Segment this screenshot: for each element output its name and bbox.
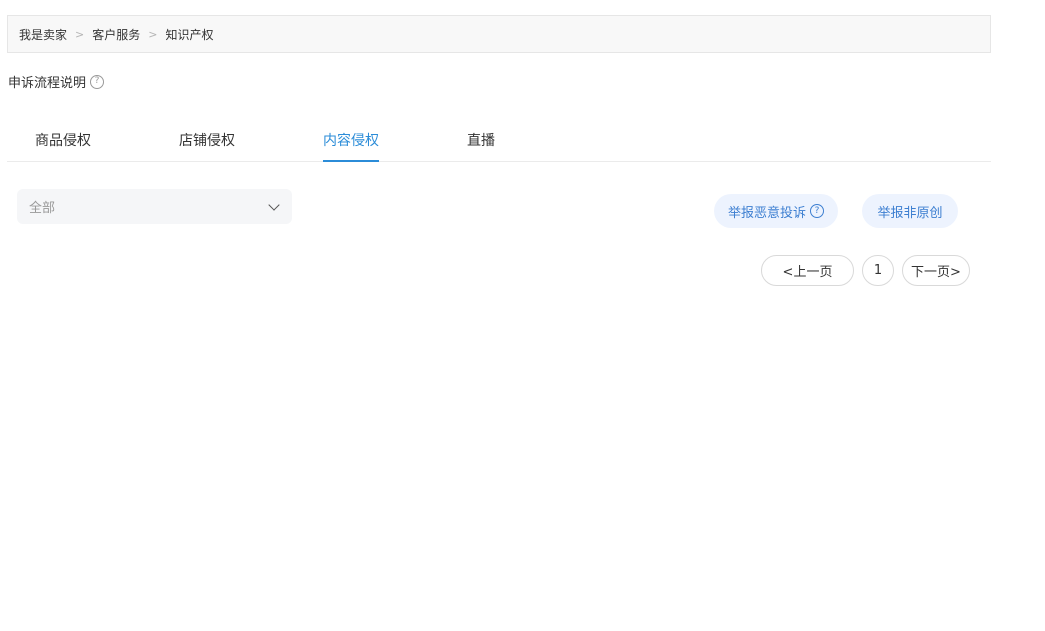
tab-bar: 商品侵权 店铺侵权 内容侵权 直播 — [7, 118, 991, 162]
report-malicious-label: 举报恶意投诉 — [727, 205, 806, 221]
breadcrumb-separator: > — [75, 27, 85, 41]
tab-store-infringement[interactable]: 店铺侵权 — [179, 130, 235, 162]
filter-select-value: 全部 — [29, 201, 56, 216]
tab-content-infringement[interactable]: 内容侵权 — [323, 130, 379, 162]
help-icon[interactable]: ? — [90, 74, 105, 89]
page-number-button[interactable]: 1 — [862, 255, 894, 286]
breadcrumb: 我是卖家 > 客户服务 > 知识产权 — [7, 15, 991, 53]
chevron-down-icon — [268, 198, 280, 211]
tab-product-infringement[interactable]: 商品侵权 — [35, 130, 91, 162]
prev-page-button[interactable]: <上一页 — [761, 255, 854, 286]
appeal-process-link[interactable]: 申诉流程说明 ? — [8, 72, 105, 91]
report-non-original-button[interactable]: 举报非原创 — [862, 194, 958, 228]
report-malicious-complaint-button[interactable]: 举报恶意投诉 ? — [714, 194, 838, 228]
tab-live[interactable]: 直播 — [467, 130, 495, 162]
report-non-original-label: 举报非原创 — [877, 205, 943, 221]
help-icon[interactable]: ? — [810, 204, 824, 218]
filter-select[interactable]: 全部 — [17, 189, 292, 224]
appeal-process-label: 申诉流程说明 — [8, 76, 87, 91]
page: 我是卖家 > 客户服务 > 知识产权 申诉流程说明 ? 商品侵权 店铺侵权 内容… — [0, 0, 1045, 631]
breadcrumb-separator: > — [148, 27, 158, 41]
breadcrumb-item-ip: 知识产权 — [165, 27, 214, 42]
breadcrumb-item-seller[interactable]: 我是卖家 — [19, 26, 67, 43]
breadcrumb-item-customer-service[interactable]: 客户服务 — [92, 26, 140, 43]
next-page-button[interactable]: 下一页> — [902, 255, 970, 286]
